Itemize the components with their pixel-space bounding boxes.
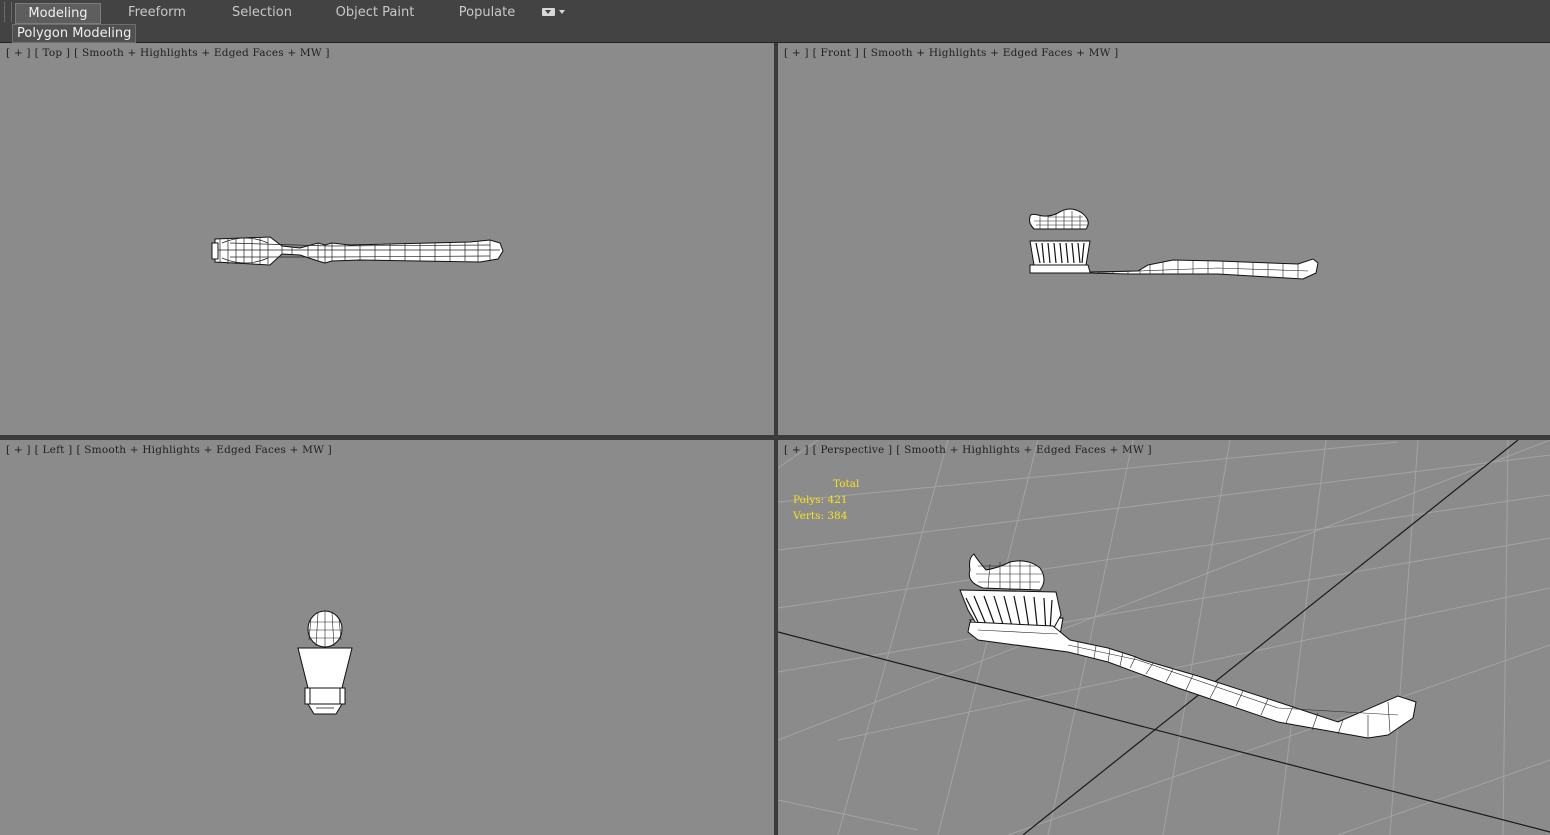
ribbon-panel-bar: Polygon Modeling bbox=[0, 24, 1550, 43]
polygon-modeling-panel[interactable]: Polygon Modeling bbox=[12, 24, 137, 43]
chevron-down-icon bbox=[559, 10, 565, 14]
toothbrush-perspective-view[interactable] bbox=[778, 440, 1550, 835]
tab-selection[interactable]: Selection bbox=[220, 3, 304, 22]
toothbrush-left-view[interactable] bbox=[0, 440, 774, 835]
toothbrush-front-view[interactable] bbox=[778, 43, 1550, 435]
viewport-front[interactable]: [ + ][ Front ][ Smooth + Highlights + Ed… bbox=[778, 43, 1550, 435]
ribbon-tabs: Modeling Freeform Selection Object Paint… bbox=[0, 0, 1550, 25]
tab-populate[interactable]: Populate bbox=[448, 3, 526, 22]
tab-modeling[interactable]: Modeling bbox=[15, 3, 101, 24]
ribbon-options-icon bbox=[542, 8, 555, 16]
tab-freeform[interactable]: Freeform bbox=[112, 3, 202, 22]
tab-object-paint[interactable]: Object Paint bbox=[328, 3, 422, 22]
viewport-left[interactable]: [ + ][ Left ][ Smooth + Highlights + Edg… bbox=[0, 440, 774, 835]
toothbrush-top-view[interactable] bbox=[0, 43, 774, 435]
viewport-perspective[interactable]: [ + ][ Perspective ][ Smooth + Highlight… bbox=[778, 440, 1550, 835]
ribbon-grip-handle[interactable] bbox=[4, 2, 12, 22]
viewport-top[interactable]: [ + ][ Top ][ Smooth + Highlights + Edge… bbox=[0, 43, 774, 435]
ribbon-options-dropdown[interactable] bbox=[542, 7, 568, 19]
